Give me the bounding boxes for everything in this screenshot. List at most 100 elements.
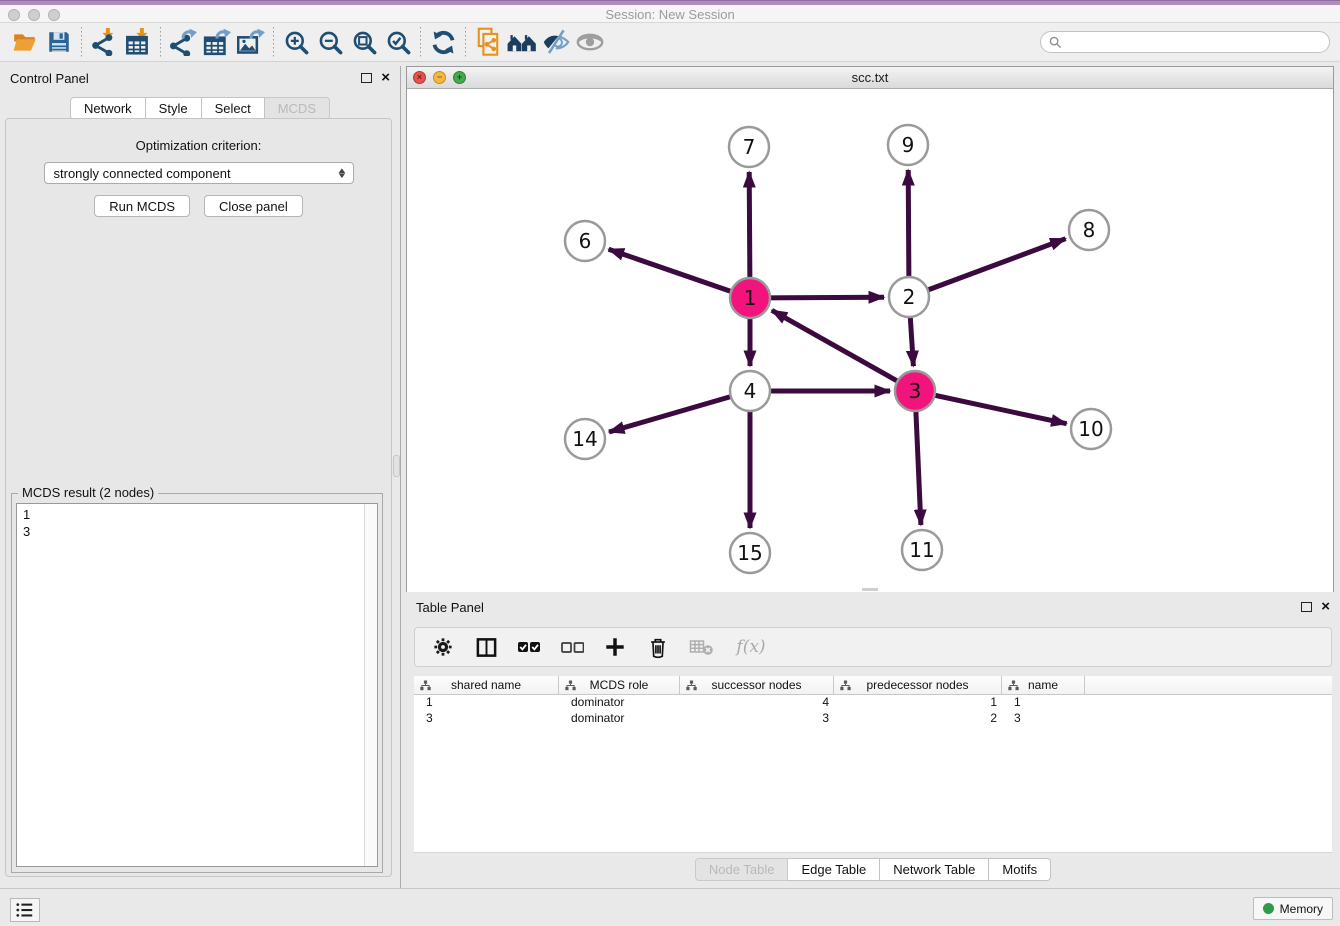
toolbar-separator bbox=[160, 27, 161, 57]
node-7-label: 7 bbox=[743, 135, 756, 159]
edge-1-6[interactable] bbox=[609, 249, 750, 298]
column-header-successor-nodes[interactable]: successor nodes bbox=[680, 676, 834, 694]
node-14-label: 14 bbox=[572, 427, 597, 451]
tab-motifs[interactable]: Motifs bbox=[989, 858, 1051, 881]
table-row[interactable]: 1dominator411 bbox=[414, 695, 1332, 711]
select-stepper-icon: ▲▼ bbox=[336, 164, 348, 182]
optimization-criterion-select[interactable]: strongly connected component ▲▼ bbox=[44, 162, 354, 184]
network-file-icon[interactable] bbox=[471, 26, 505, 58]
select-all-icon[interactable] bbox=[516, 634, 542, 660]
edge-2-8[interactable] bbox=[909, 239, 1066, 297]
node-3-label: 3 bbox=[909, 379, 922, 403]
tab-style[interactable]: Style bbox=[146, 97, 202, 120]
export-image-icon[interactable] bbox=[234, 26, 268, 58]
memory-label: Memory bbox=[1280, 902, 1323, 916]
table-panel-title: Table Panel bbox=[416, 600, 484, 615]
tab-select[interactable]: Select bbox=[202, 97, 265, 120]
mcds-result-box[interactable]: 1 3 bbox=[16, 503, 378, 867]
network-view-window: × − + scc.txt 7968124314101511 bbox=[406, 66, 1334, 592]
zoom-out-icon[interactable] bbox=[313, 26, 347, 58]
control-panel: Control Panel × NetworkStyleSelectMCDS O… bbox=[0, 66, 400, 888]
home-icon[interactable] bbox=[505, 26, 539, 58]
node-6-label: 6 bbox=[579, 229, 592, 253]
eye-disabled-icon[interactable] bbox=[573, 26, 607, 58]
deselect-all-icon[interactable] bbox=[559, 634, 585, 660]
cell-predecessor-nodes: 2 bbox=[834, 711, 1002, 727]
gear-icon[interactable] bbox=[430, 634, 456, 660]
task-history-button[interactable] bbox=[10, 898, 40, 922]
export-table-icon[interactable] bbox=[200, 26, 234, 58]
memory-button[interactable]: Memory bbox=[1253, 897, 1333, 920]
zoom-fit-icon[interactable] bbox=[347, 26, 381, 58]
app-titlebar: Session: New Session bbox=[0, 0, 1340, 23]
mcds-result-values: 1 3 bbox=[17, 504, 377, 542]
close-panel-icon[interactable]: × bbox=[381, 73, 390, 83]
node-10-label: 10 bbox=[1078, 417, 1103, 441]
status-bar: Memory bbox=[0, 888, 1340, 926]
table-tabs: Node TableEdge TableNetwork TableMotifs bbox=[406, 858, 1340, 881]
network-canvas[interactable]: 7968124314101511 bbox=[407, 89, 1333, 592]
function-icon: f(x) bbox=[731, 634, 771, 660]
open-session-icon[interactable] bbox=[8, 26, 42, 58]
column-type-icon bbox=[1008, 680, 1019, 691]
node-15-label: 15 bbox=[737, 541, 762, 565]
tab-network-table[interactable]: Network Table bbox=[880, 858, 989, 881]
split-panel-icon[interactable] bbox=[473, 634, 499, 660]
optimization-criterion-value: strongly connected component bbox=[54, 166, 231, 181]
edge-4-14[interactable] bbox=[609, 391, 750, 432]
toolbar-separator bbox=[465, 27, 466, 57]
node-9-label: 9 bbox=[902, 133, 915, 157]
import-table-icon[interactable] bbox=[121, 26, 155, 58]
node-8-label: 8 bbox=[1083, 218, 1096, 242]
column-type-icon bbox=[420, 680, 431, 691]
node-11-label: 11 bbox=[909, 538, 934, 562]
memory-status-icon bbox=[1263, 903, 1274, 914]
tab-mcds[interactable]: MCDS bbox=[265, 97, 330, 120]
close-panel-button[interactable]: Close panel bbox=[204, 195, 303, 217]
panel-divider-grip[interactable] bbox=[393, 455, 400, 477]
node-table[interactable]: shared nameMCDS rolesuccessor nodesprede… bbox=[414, 676, 1332, 853]
toggle-views-icon[interactable] bbox=[539, 26, 573, 58]
zoom-selected-icon[interactable] bbox=[381, 26, 415, 58]
toolbar-separator bbox=[273, 27, 274, 57]
float-panel-icon[interactable] bbox=[361, 73, 372, 83]
edge-3-10[interactable] bbox=[915, 391, 1067, 424]
refresh-icon[interactable] bbox=[426, 26, 460, 58]
export-network-icon[interactable] bbox=[166, 26, 200, 58]
column-header-MCDS-role[interactable]: MCDS role bbox=[559, 676, 680, 694]
search-box[interactable] bbox=[1040, 31, 1330, 53]
cell-shared-name: 1 bbox=[414, 695, 559, 711]
control-panel-tabs: NetworkStyleSelectMCDS bbox=[0, 97, 400, 120]
tab-node-table[interactable]: Node Table bbox=[695, 858, 789, 881]
zoom-in-icon[interactable] bbox=[279, 26, 313, 58]
window-resize-grip[interactable] bbox=[862, 588, 878, 591]
search-input[interactable] bbox=[1067, 35, 1321, 49]
edge-3-1[interactable] bbox=[772, 310, 915, 391]
close-table-panel-icon[interactable]: × bbox=[1321, 602, 1330, 612]
add-column-icon[interactable] bbox=[602, 634, 628, 660]
run-mcds-button[interactable]: Run MCDS bbox=[94, 195, 190, 217]
list-icon bbox=[15, 901, 35, 919]
column-header-name[interactable]: name bbox=[1002, 676, 1085, 694]
float-table-panel-icon[interactable] bbox=[1301, 602, 1312, 612]
table-row[interactable]: 3dominator323 bbox=[414, 711, 1332, 727]
tab-edge-table[interactable]: Edge Table bbox=[788, 858, 880, 881]
import-network-icon[interactable] bbox=[87, 26, 121, 58]
delete-column-icon[interactable] bbox=[645, 634, 671, 660]
column-type-icon bbox=[686, 680, 697, 691]
table-toolbar: f(x) bbox=[414, 627, 1332, 667]
cell-shared-name: 3 bbox=[414, 711, 559, 727]
network-window-titlebar[interactable]: × − + scc.txt bbox=[407, 67, 1333, 89]
tab-network[interactable]: Network bbox=[70, 97, 146, 120]
mcds-result-scrollbar[interactable] bbox=[364, 504, 377, 866]
save-session-icon[interactable] bbox=[42, 26, 76, 58]
cell-predecessor-nodes: 1 bbox=[834, 695, 1002, 711]
column-header-predecessor-nodes[interactable]: predecessor nodes bbox=[834, 676, 1002, 694]
window-title: Session: New Session bbox=[0, 7, 1340, 22]
node-2-label: 2 bbox=[903, 285, 916, 309]
delete-table-icon bbox=[688, 634, 714, 660]
cell-name: 3 bbox=[1002, 711, 1085, 727]
column-header-shared-name[interactable]: shared name bbox=[414, 676, 559, 694]
column-type-icon bbox=[840, 680, 851, 691]
cell-MCDS-role: dominator bbox=[559, 695, 680, 711]
